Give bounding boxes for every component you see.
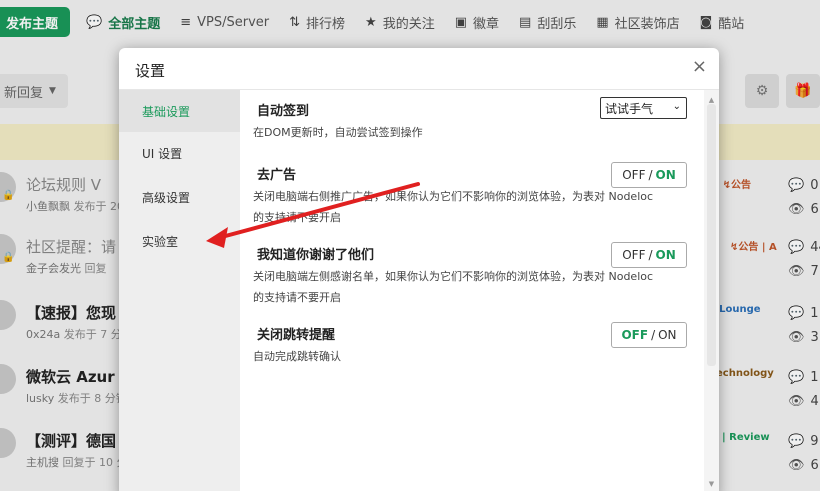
toggle-separator: / — [648, 168, 653, 182]
settings-modal: 设置 × 基础设置 UI 设置 高级设置 实验室 自动签到在DOM更新时，自动尝试签到… — [119, 48, 719, 491]
toggle-separator: / — [648, 248, 653, 262]
modal-header: 设置 × — [119, 48, 719, 90]
tab-1[interactable]: UI 设置 — [119, 132, 240, 174]
scroll-up-icon[interactable]: ▲ — [704, 96, 719, 104]
setting-title: 我知道你谢谢了他们 — [257, 248, 375, 263]
settings-sidebar: 基础设置 UI 设置 高级设置 实验室 — [119, 90, 240, 491]
content-blank — [240, 372, 704, 491]
modal-title: 设置 — [135, 62, 166, 80]
toggle-separator: / — [651, 328, 656, 342]
toggle-off-label: OFF — [622, 248, 646, 262]
chevron-down-icon: ⌄ — [672, 101, 681, 112]
setting-row: 我知道你谢谢了他们关闭电脑端左侧感谢名单，如果你认为它们不影响你的浏览体验，为表… — [240, 234, 704, 314]
setting-row: 去广告关闭电脑端右侧推广广告，如果你认为它们不影响你的浏览体验，为表对 Node… — [240, 154, 704, 234]
setting-description: 在DOM更新时，自动尝试签到操作 — [253, 126, 423, 139]
toggle-on-label: ON — [658, 328, 677, 342]
setting-description: 自动完成跳转确认 — [253, 350, 341, 363]
close-icon[interactable]: × — [692, 56, 707, 77]
setting-title: 自动签到 — [257, 104, 310, 119]
select-value: 试试手气 — [605, 101, 654, 116]
toggle-off-label: OFF — [622, 168, 646, 182]
toggle-switch[interactable]: OFF / ON — [611, 322, 687, 348]
scroll-down-icon[interactable]: ▼ — [704, 480, 719, 488]
setting-description: 关闭电脑端左侧感谢名单，如果你认为它们不影响你的浏览体验，为表对 Nodeloc… — [253, 270, 654, 304]
scrollbar[interactable]: ▲ ▼ — [704, 90, 719, 491]
toggle-on-label: ON — [655, 168, 676, 182]
scrollbar-thumb[interactable] — [707, 104, 716, 366]
toggle-switch[interactable]: OFF / ON — [611, 242, 687, 268]
toggle-switch[interactable]: OFF / ON — [611, 162, 687, 188]
tab-0[interactable]: 基础设置 — [119, 90, 240, 132]
setting-row: 关闭跳转提醒 自动完成跳转确认 OFF / ON — [240, 314, 704, 372]
setting-title: 关闭跳转提醒 — [257, 328, 336, 343]
checkin-mode-select[interactable]: 试试手气 ⌄ — [600, 97, 687, 119]
setting-description: 关闭电脑端右侧推广广告，如果你认为它们不影响你的浏览体验，为表对 Nodeloc… — [253, 190, 654, 224]
setting-row: 自动签到在DOM更新时，自动尝试签到操作 试试手气 ⌄ — [240, 90, 704, 154]
tab-2[interactable]: 高级设置 — [119, 176, 240, 218]
toggle-off-label: OFF — [621, 328, 649, 342]
settings-content: 自动签到在DOM更新时，自动尝试签到操作 试试手气 ⌄ 去广告关闭电脑端右侧推广广告，… — [240, 90, 719, 491]
toggle-on-label: ON — [655, 248, 676, 262]
tab-3[interactable]: 实验室 — [119, 220, 240, 262]
setting-title: 去广告 — [257, 168, 297, 183]
